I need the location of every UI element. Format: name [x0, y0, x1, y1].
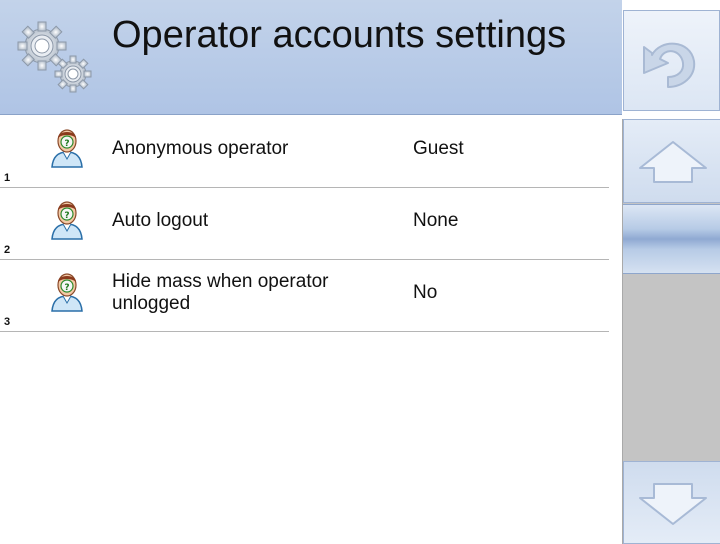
arrow-up-icon — [639, 141, 707, 183]
undo-arrow-icon — [643, 42, 696, 88]
item-value: No — [413, 282, 438, 303]
scrollbar[interactable] — [622, 119, 720, 544]
item-label: Anonymous operator — [112, 138, 289, 159]
item-label: Hide mass when operator unlogged — [112, 271, 329, 314]
item-number: 3 — [4, 316, 11, 328]
svg-text:?: ? — [64, 283, 69, 293]
settings-list: 1 ? Anonymous operator Guest 2 ? Auto lo… — [0, 116, 609, 332]
svg-text:?: ? — [64, 211, 69, 221]
operator-question-icon: ? — [51, 129, 83, 168]
item-value: Guest — [413, 138, 464, 159]
operator-question-icon: ? — [51, 201, 83, 240]
list-item[interactable]: 3 ? Hide mass when operator unlogged No — [0, 260, 609, 332]
header-bar: Operator accounts settings — [0, 0, 622, 115]
list-item[interactable]: 1 ? Anonymous operator Guest — [0, 116, 609, 188]
page-title: Operator accounts settings — [112, 14, 567, 56]
list-item[interactable]: 2 ? Auto logout None — [0, 188, 609, 260]
scroll-up-button[interactable] — [623, 119, 720, 203]
svg-text:?: ? — [64, 139, 69, 149]
gears-icon — [17, 21, 92, 93]
back-button[interactable] — [623, 10, 720, 111]
scroll-down-button[interactable] — [623, 461, 720, 544]
arrow-down-icon — [639, 483, 707, 525]
item-number: 2 — [4, 244, 11, 256]
operator-question-icon: ? — [51, 273, 83, 312]
item-value: None — [413, 210, 459, 231]
item-number: 1 — [4, 172, 11, 184]
item-label: Auto logout — [112, 210, 209, 231]
scroll-thumb[interactable] — [623, 204, 720, 274]
